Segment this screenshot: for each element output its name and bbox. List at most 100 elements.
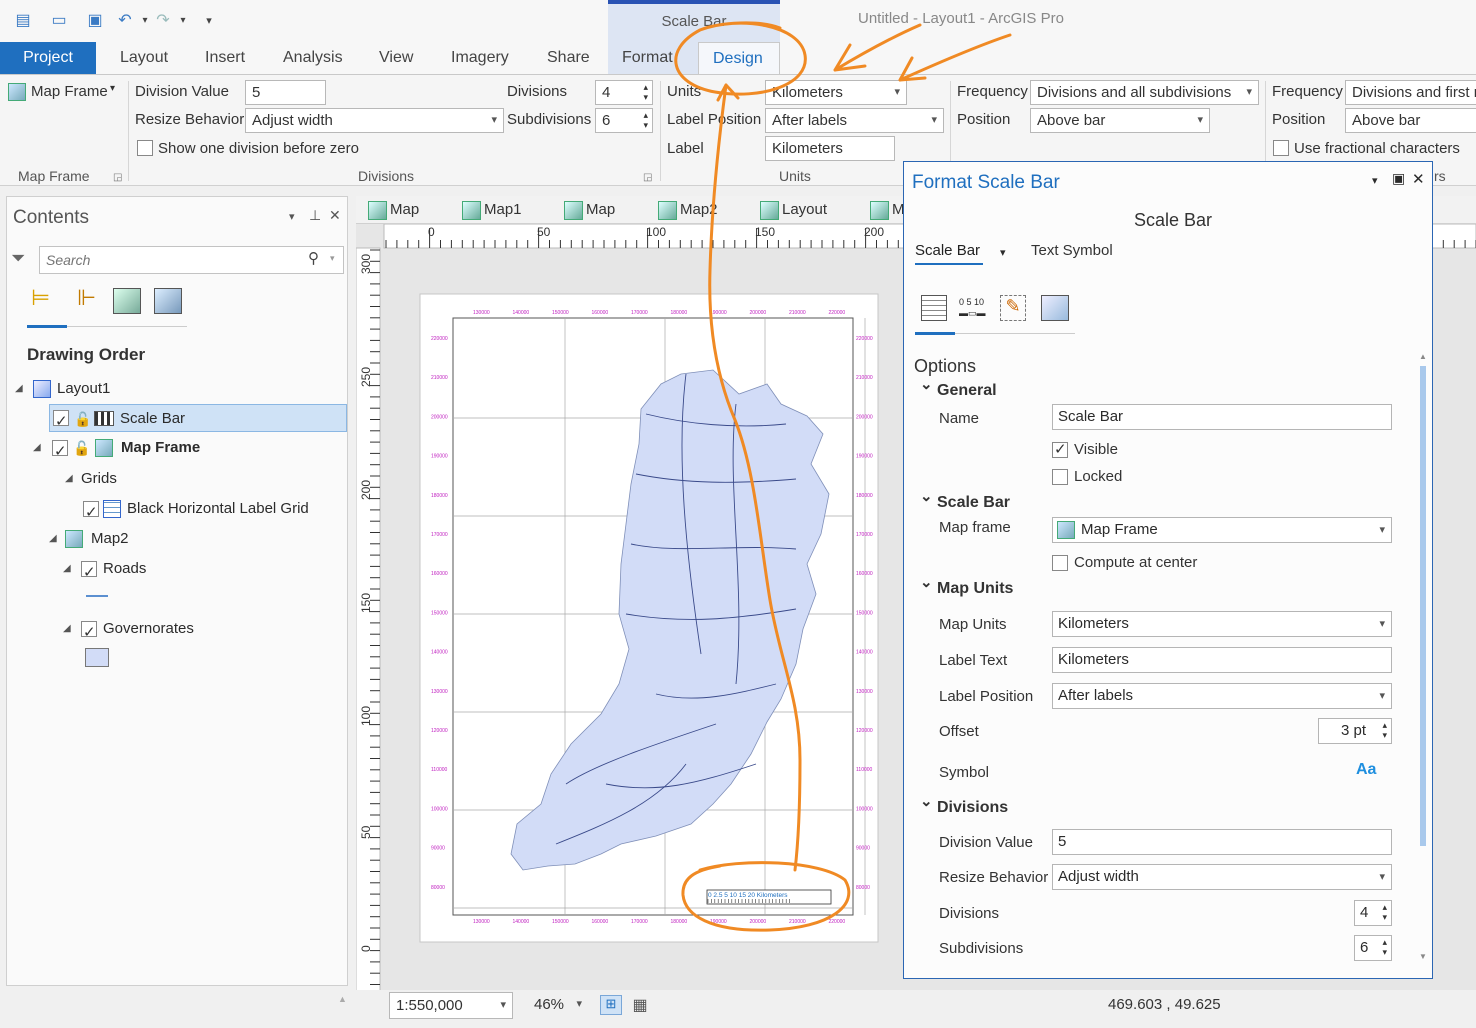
- dialog-launcher-icon[interactable]: ◲: [643, 172, 652, 183]
- roads-symbol[interactable]: [86, 595, 108, 597]
- visibility-checkbox[interactable]: [52, 438, 68, 466]
- divisions-stepper[interactable]: 4: [595, 80, 653, 105]
- view-tab-map[interactable]: Map: [558, 196, 615, 224]
- tab-share[interactable]: Share: [533, 42, 604, 74]
- view-tab-layout[interactable]: Layout: [754, 196, 827, 224]
- dialog-launcher-icon[interactable]: ◲: [113, 172, 122, 183]
- view-tab-partial[interactable]: M: [864, 196, 905, 224]
- tree-item-map2[interactable]: ◢ Map2: [49, 525, 249, 553]
- selection-icon[interactable]: ⊩: [77, 285, 101, 315]
- new-project-icon[interactable]: ▤: [12, 10, 34, 32]
- tab-analysis[interactable]: Analysis: [269, 42, 357, 74]
- search-input[interactable]: [46, 250, 296, 270]
- tab-project[interactable]: Project: [0, 42, 96, 74]
- subdivisions-stepper[interactable]: 6: [595, 108, 653, 133]
- redo-icon[interactable]: ↷: [152, 10, 174, 32]
- tab-insert[interactable]: Insert: [191, 42, 259, 74]
- locked-checkbox[interactable]: [1052, 469, 1068, 485]
- grid-toggle-icon[interactable]: ▦: [629, 995, 651, 1015]
- pane-scrollbar[interactable]: ▲ ▼: [1418, 352, 1428, 964]
- map-frame-button[interactable]: Map Frame: [31, 83, 108, 100]
- tree-item-scale-bar[interactable]: 🔓 Scale Bar: [49, 404, 347, 436]
- show-one-division-checkbox[interactable]: [137, 140, 153, 156]
- drawing-order-icon[interactable]: ⊨: [31, 285, 63, 315]
- tab-design[interactable]: Design: [698, 42, 780, 74]
- marks-position-dropdown[interactable]: Above bar: [1030, 108, 1210, 133]
- pin-icon[interactable]: ⊥: [309, 207, 321, 224]
- governorates-symbol[interactable]: [85, 648, 109, 667]
- fractional-characters-checkbox[interactable]: [1273, 140, 1289, 156]
- zoom-dropdown[interactable]: 46%: [528, 992, 588, 1019]
- tree-item-roads[interactable]: ◢ Roads: [63, 555, 263, 587]
- view-tab-map2[interactable]: Map2: [652, 196, 718, 224]
- visibility-checkbox[interactable]: [81, 559, 97, 587]
- scroll-arrow-icon[interactable]: ▲: [338, 994, 347, 1004]
- label-position-dropdown[interactable]: After labels: [765, 108, 944, 133]
- divisions-stepper[interactable]: 4: [1354, 900, 1392, 926]
- options-icon[interactable]: [921, 295, 947, 321]
- pane-menu-icon[interactable]: ▾: [289, 210, 295, 223]
- subtab-text-symbol[interactable]: Text Symbol: [1031, 242, 1113, 259]
- close-icon[interactable]: ✕: [329, 207, 341, 224]
- label-text-input[interactable]: Kilometers: [1052, 647, 1392, 673]
- close-icon[interactable]: ✕: [1412, 170, 1425, 188]
- labels-frequency-dropdown[interactable]: Divisions and first m: [1345, 80, 1476, 105]
- pane-menu-icon[interactable]: ▾: [1372, 174, 1378, 187]
- divisions-section[interactable]: Divisions: [920, 792, 1008, 817]
- snapping-toggle-icon[interactable]: ⊞: [600, 995, 622, 1015]
- tab-format[interactable]: Format: [608, 42, 698, 74]
- chevron-down-icon[interactable]: ▾: [110, 83, 115, 94]
- customize-icon[interactable]: ▾: [198, 10, 220, 32]
- labels-position-dropdown[interactable]: Above bar: [1345, 108, 1476, 133]
- map-units-section[interactable]: Map Units: [920, 573, 1013, 598]
- maximize-icon[interactable]: ▣: [1392, 170, 1405, 187]
- tab-imagery[interactable]: Imagery: [437, 42, 523, 74]
- symbol-button[interactable]: Aa: [1356, 761, 1376, 779]
- lock-icon[interactable]: 🔓: [74, 405, 91, 433]
- chevron-down-icon[interactable]: ▾: [1000, 246, 1006, 259]
- scale-dropdown[interactable]: 1:550,000: [389, 992, 513, 1019]
- compute-at-center-checkbox[interactable]: [1052, 555, 1068, 571]
- general-section[interactable]: General: [920, 375, 997, 400]
- search-icon[interactable]: ⚲: [308, 249, 319, 267]
- visibility-checkbox[interactable]: [83, 499, 99, 527]
- tree-item-map-frame[interactable]: ◢ 🔓 Map Frame: [33, 434, 333, 466]
- undo-icon[interactable]: ↶: [114, 10, 136, 32]
- perspective-icon[interactable]: [113, 288, 141, 314]
- label-input[interactable]: Kilometers: [765, 136, 895, 161]
- map-units-dropdown[interactable]: Kilometers: [1052, 611, 1392, 637]
- marks-frequency-dropdown[interactable]: Divisions and all subdivisions: [1030, 80, 1259, 105]
- tree-item-label-grid[interactable]: Black Horizontal Label Grid: [81, 495, 341, 527]
- scale-bar-properties-icon[interactable]: 0 5 10 ▬▭▬: [959, 297, 989, 319]
- label-position-dropdown[interactable]: After labels: [1052, 683, 1392, 709]
- name-input[interactable]: Scale Bar: [1052, 404, 1392, 430]
- map-frame-dropdown[interactable]: Map Frame: [1052, 517, 1392, 543]
- chevron-down-icon[interactable]: ▾: [330, 253, 335, 264]
- offset-stepper[interactable]: 3 pt: [1318, 718, 1392, 744]
- redo-dropdown-icon[interactable]: ▾: [172, 10, 194, 32]
- search-box[interactable]: ⚲ ▾: [39, 246, 344, 274]
- view-tab-map[interactable]: Map: [362, 196, 419, 224]
- open-icon[interactable]: ▭: [48, 10, 70, 32]
- symbol-icon[interactable]: ✎: [1000, 295, 1026, 321]
- subdivisions-stepper[interactable]: 6: [1354, 935, 1392, 961]
- visibility-checkbox[interactable]: [81, 619, 97, 647]
- tree-item-grids[interactable]: ◢ Grids: [65, 465, 265, 493]
- lock-icon[interactable]: 🔓: [73, 434, 90, 462]
- subtab-scale-bar[interactable]: Scale Bar: [915, 242, 980, 259]
- tab-view[interactable]: View: [365, 42, 427, 74]
- display-icon[interactable]: [1041, 295, 1069, 321]
- scale-bar-section[interactable]: Scale Bar: [920, 487, 1010, 512]
- resize-behavior-dropdown[interactable]: Adjust width: [1052, 864, 1392, 890]
- view-tab-map1[interactable]: Map1: [456, 196, 522, 224]
- tree-item-layout1[interactable]: ◢ Layout1: [13, 375, 343, 403]
- tab-layout[interactable]: Layout: [106, 42, 182, 74]
- snapping-icon[interactable]: [154, 288, 182, 314]
- units-dropdown[interactable]: Kilometers: [765, 80, 907, 105]
- tree-item-governorates[interactable]: ◢ Governorates: [63, 615, 263, 647]
- division-value-input[interactable]: 5: [245, 80, 326, 105]
- save-icon[interactable]: ▣: [84, 10, 106, 32]
- division-value-input[interactable]: 5: [1052, 829, 1392, 855]
- resize-behavior-dropdown[interactable]: Adjust width: [245, 108, 504, 133]
- filter-icon[interactable]: ⏷: [11, 248, 25, 269]
